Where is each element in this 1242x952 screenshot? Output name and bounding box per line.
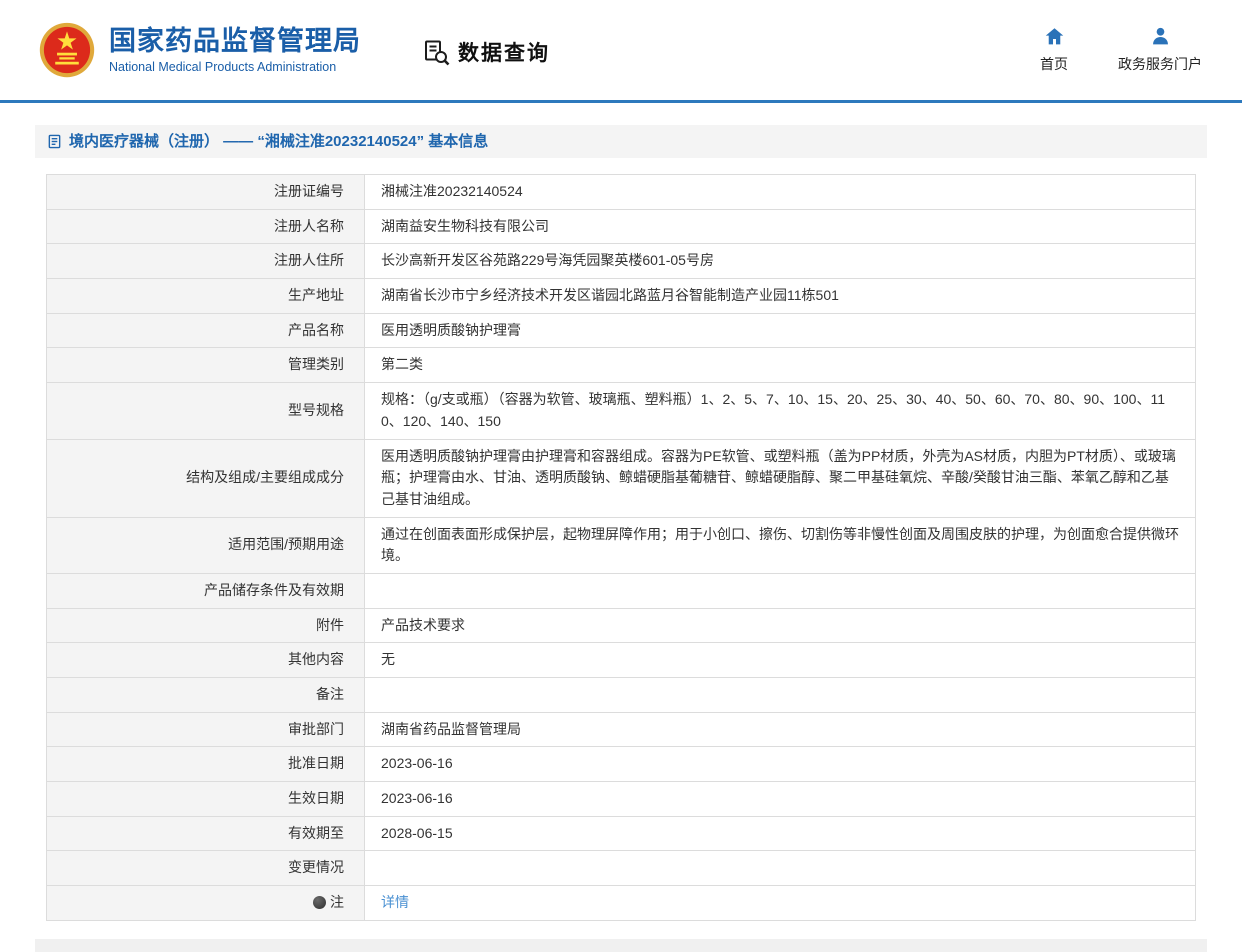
document-icon (48, 134, 61, 149)
table-row: 产品储存条件及有效期 (46, 572, 1196, 609)
table-row: 注册人名称 湖南益安生物科技有限公司 (46, 208, 1196, 245)
field-label: 变更情况 (46, 850, 365, 887)
table-row: 有效期至 2028-06-15 (46, 815, 1196, 852)
header-nav: 首页 政务服务门户 (1040, 26, 1202, 74)
field-value: 第二类 (364, 347, 1196, 384)
field-value: 2028-06-15 (364, 815, 1196, 852)
national-emblem-icon (39, 22, 95, 78)
field-value: 湖南省药品监督管理局 (364, 711, 1196, 748)
nav-item-label: 政务服务门户 (1118, 56, 1202, 72)
user-icon (1152, 27, 1168, 45)
field-label: 型号规格 (46, 382, 365, 440)
table-row: 产品名称 医用透明质酸钠护理膏 (46, 312, 1196, 349)
table-row: 注册人住所 长沙高新开发区谷苑路229号海凭园聚英楼601-05号房 (46, 243, 1196, 280)
table-row: 审批部门 湖南省药品监督管理局 (46, 711, 1196, 748)
registration-detail: 注册证编号 湘械注准20232140524 注册人名称 湖南益安生物科技有限公司… (46, 174, 1196, 921)
data-query-heading: 数据查询 (423, 37, 550, 67)
field-label: 产品储存条件及有效期 (46, 572, 365, 609)
nav-item-home[interactable]: 首页 (1040, 26, 1068, 74)
table-row: 型号规格 规格：（g/支或瓶）（容器为软管、玻璃瓶、塑料瓶）1、2、5、7、10… (46, 382, 1196, 440)
field-label: 批准日期 (46, 746, 365, 783)
field-value: 无 (364, 642, 1196, 678)
brand[interactable]: 国家药品监督管理局 National Medical Products Admi… (38, 21, 361, 79)
table-row: 其他内容 无 (46, 642, 1196, 678)
field-label: 注 (46, 885, 365, 921)
table-row: 生产地址 湖南省长沙市宁乡经济技术开发区谐园北路蓝月谷智能制造产业园11栋501 (46, 278, 1196, 314)
field-value: 医用透明质酸钠护理膏由护理膏和容器组成。容器为PE软管、或塑料瓶（盖为PP材质，… (364, 438, 1196, 518)
field-label: 适用范围/预期用途 (46, 516, 365, 574)
field-label: 结构及组成/主要组成成分 (46, 438, 365, 518)
org-name-cn: 国家药品监督管理局 (109, 25, 361, 56)
field-value (364, 677, 1196, 713)
table-row: 变更情况 (46, 850, 1196, 887)
table-row: 生效日期 2023-06-16 (46, 781, 1196, 817)
field-label: 其他内容 (46, 642, 365, 678)
field-label: 审批部门 (46, 711, 365, 748)
table-row: 注册证编号 湘械注准20232140524 (46, 174, 1196, 210)
field-label: 附件 (46, 607, 365, 644)
footer-strip (35, 938, 1207, 952)
page: 国家药品监督管理局 National Medical Products Admi… (0, 0, 1242, 952)
field-label: 有效期至 (46, 815, 365, 852)
site-header: 国家药品监督管理局 National Medical Products Admi… (0, 0, 1242, 100)
org-name-en: National Medical Products Administration (109, 60, 337, 75)
table-row: 结构及组成/主要组成成分 医用透明质酸钠护理膏由护理膏和容器组成。容器为PE软管… (46, 438, 1196, 518)
field-value: 湖南省长沙市宁乡经济技术开发区谐园北路蓝月谷智能制造产业园11栋501 (364, 278, 1196, 314)
field-label: 注册证编号 (46, 174, 365, 210)
home-icon (1045, 28, 1063, 45)
table-row: 管理类别 第二类 (46, 347, 1196, 384)
table-row: 附件 产品技术要求 (46, 607, 1196, 644)
field-label-text: 注 (330, 894, 344, 911)
field-value: 通过在创面表面形成保护层，起物理屏障作用；用于小创口、擦伤、切割伤等非慢性创面及… (364, 516, 1196, 574)
nav-item-gov-portal[interactable]: 政务服务门户 (1118, 26, 1202, 74)
nav-item-label: 首页 (1040, 56, 1068, 72)
org-name: 国家药品监督管理局 National Medical Products Admi… (109, 26, 361, 74)
field-value (364, 572, 1196, 609)
field-value: 2023-06-16 (364, 746, 1196, 783)
field-value: 湘械注准20232140524 (364, 174, 1196, 210)
document-search-icon (425, 40, 450, 65)
field-label: 生产地址 (46, 278, 365, 314)
page-title: 境内医疗器械（注册） —— “湘械注准20232140524” 基本信息 (69, 133, 489, 150)
registration-info-table: 注册证编号 湘械注准20232140524 注册人名称 湖南益安生物科技有限公司… (46, 174, 1196, 921)
field-label: 备注 (46, 677, 365, 713)
field-value: 医用透明质酸钠护理膏 (364, 312, 1196, 349)
breadcrumb: 境内医疗器械（注册） —— “湘械注准20232140524” 基本信息 (35, 125, 1207, 158)
field-label: 生效日期 (46, 781, 365, 817)
field-value: 详情 (364, 885, 1196, 921)
table-row: 适用范围/预期用途 通过在创面表面形成保护层，起物理屏障作用；用于小创口、擦伤、… (46, 516, 1196, 574)
detail-link[interactable]: 详情 (381, 894, 409, 910)
table-row: 备注 (46, 677, 1196, 713)
table-row: 注 详情 (46, 885, 1196, 921)
field-label: 注册人住所 (46, 243, 365, 280)
field-value: 长沙高新开发区谷苑路229号海凭园聚英楼601-05号房 (364, 243, 1196, 280)
field-value: 2023-06-16 (364, 781, 1196, 817)
table-row: 批准日期 2023-06-16 (46, 746, 1196, 783)
field-value: 湖南益安生物科技有限公司 (364, 208, 1196, 245)
note-icon (313, 896, 326, 910)
field-label: 注册人名称 (46, 208, 365, 245)
data-query-title: 数据查询 (458, 42, 550, 65)
field-value: 规格：（g/支或瓶）（容器为软管、玻璃瓶、塑料瓶）1、2、5、7、10、15、2… (364, 382, 1196, 440)
field-label: 管理类别 (46, 347, 365, 384)
main-content: 境内医疗器械（注册） —— “湘械注准20232140524” 基本信息 注册证… (0, 103, 1242, 952)
field-value (364, 850, 1196, 887)
field-label: 产品名称 (46, 312, 365, 349)
field-value: 产品技术要求 (364, 607, 1196, 644)
